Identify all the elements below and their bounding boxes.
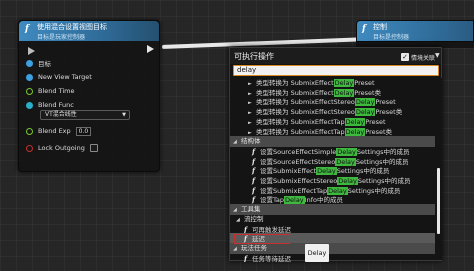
action-menu-title: 可执行操作 [234,52,274,61]
exec-input-pin-icon[interactable] [28,47,35,55]
pin-label-blend-func: Blend Func [38,101,74,109]
node-title: 使用混合设置视图目标 [37,23,107,31]
search-match-highlight: Delay [344,127,366,136]
pin-label-blend-exp: Blend Exp [38,127,71,135]
result-text-prefix: 类型转换为 SubmixEffectStereo [256,108,355,117]
pin-row-lock-outgoing: Lock Outgoing [26,143,98,153]
new-view-target-pin-icon[interactable] [26,73,33,81]
search-match-highlight: Delay [354,98,376,107]
function-icon: f [25,24,29,34]
lock-outgoing-pin-icon[interactable] [26,144,33,152]
pin-row-blend-exp: Blend Exp 0.0 [26,126,92,136]
search-match-highlight: Delay [333,79,355,87]
pin-label-new-view-target: New View Target [38,73,92,81]
pin-label-blend-time: Blend Time [38,87,75,95]
blend-exp-input[interactable]: 0.0 [75,126,92,136]
result-text-prefix: 类型转换为 SubmixEffectTap [256,127,345,136]
result-text-prefix: 类型转换为 SubmixEffectTap [256,117,345,126]
result-text-suffix: Preset [365,117,386,126]
pin-row-new-view-target: New View Target [26,72,92,82]
pin-row-blend-time: Blend Time [26,86,74,96]
chevron-down-icon[interactable]: ▼ [435,52,440,59]
pin-row-blend-func: Blend Func [26,100,74,110]
result-text-suffix: Preset类 [365,127,393,136]
selection-highlight-box [234,234,290,244]
result-text-suffix: Preset [375,98,396,107]
chevron-down-icon: ▼ [122,112,126,118]
function-icon: f [244,253,248,262]
target-pin-icon[interactable] [26,59,33,67]
pin-row-target: 目标 [26,58,51,68]
blend-func-dropdown[interactable]: VT混合线性 ▼ [40,110,130,120]
context-sensitive-label: 情境关联 [411,55,436,62]
blend-exp-pin-icon[interactable] [26,127,33,135]
category-label: 工具集 [241,205,261,214]
pin-label-lock-outgoing: Lock Outgoing [38,144,85,152]
set-view-target-with-blend-node[interactable]: f 使用混合设置视图目标 目标是玩家控制器 目标 New View Target… [18,20,160,172]
lock-outgoing-checkbox[interactable] [89,144,98,152]
node-subtitle: 目标是玩家控制器 [37,34,86,41]
tooltip: Delay [305,244,329,262]
search-match-highlight: Delay [344,117,366,126]
pin-label-target: 目标 [38,60,51,68]
result-text-prefix: 类型转换为 SubmixEffect [256,79,334,87]
result-text-suffix: Preset类 [375,108,403,117]
action-menu: 可执行操作 ✓ 情境关联 ▼ delay ► 类型转换为 SubmixEffect… [229,47,442,262]
result-text: 任务等待延迟 [252,254,291,262]
action-search-input[interactable]: delay [233,65,439,76]
function-icon: f [362,24,366,34]
result-text-prefix: 类型转换为 SubmixEffectStereo [256,98,355,107]
blend-func-pin-icon[interactable] [26,101,33,109]
context-sensitive-checkbox[interactable]: ✓ [401,53,409,61]
result-text-prefix: 类型转换为 SubmixEffect [256,88,334,97]
control-node[interactable]: f 控制 目标是控制器 [356,20,474,42]
action-menu-header: 可执行操作 ✓ 情境关联 ▼ [230,48,441,64]
node-subtitle: 目标是控制器 [373,34,410,41]
results-scrollbar-thumb[interactable] [437,168,440,234]
result-text-suffix: Preset [354,79,375,87]
blend-func-value: VT混合线性 [45,111,77,118]
search-match-highlight: Delay [354,108,376,117]
node-title: 控制 [373,23,387,31]
category-label: 流控制 [244,214,264,223]
blend-time-pin-icon[interactable] [26,87,33,95]
node-header[interactable]: f 使用混合设置视图目标 目标是玩家控制器 [19,21,159,41]
category-label: 玩法任务 [241,243,267,252]
action-result-item[interactable]: f 任务等待延迟 [230,253,435,262]
category-label: 结构体 [241,137,261,146]
result-text-suffix: Preset类 [354,88,382,97]
search-match-highlight: Delay [333,88,355,97]
exec-output-pin-icon[interactable] [147,45,154,53]
